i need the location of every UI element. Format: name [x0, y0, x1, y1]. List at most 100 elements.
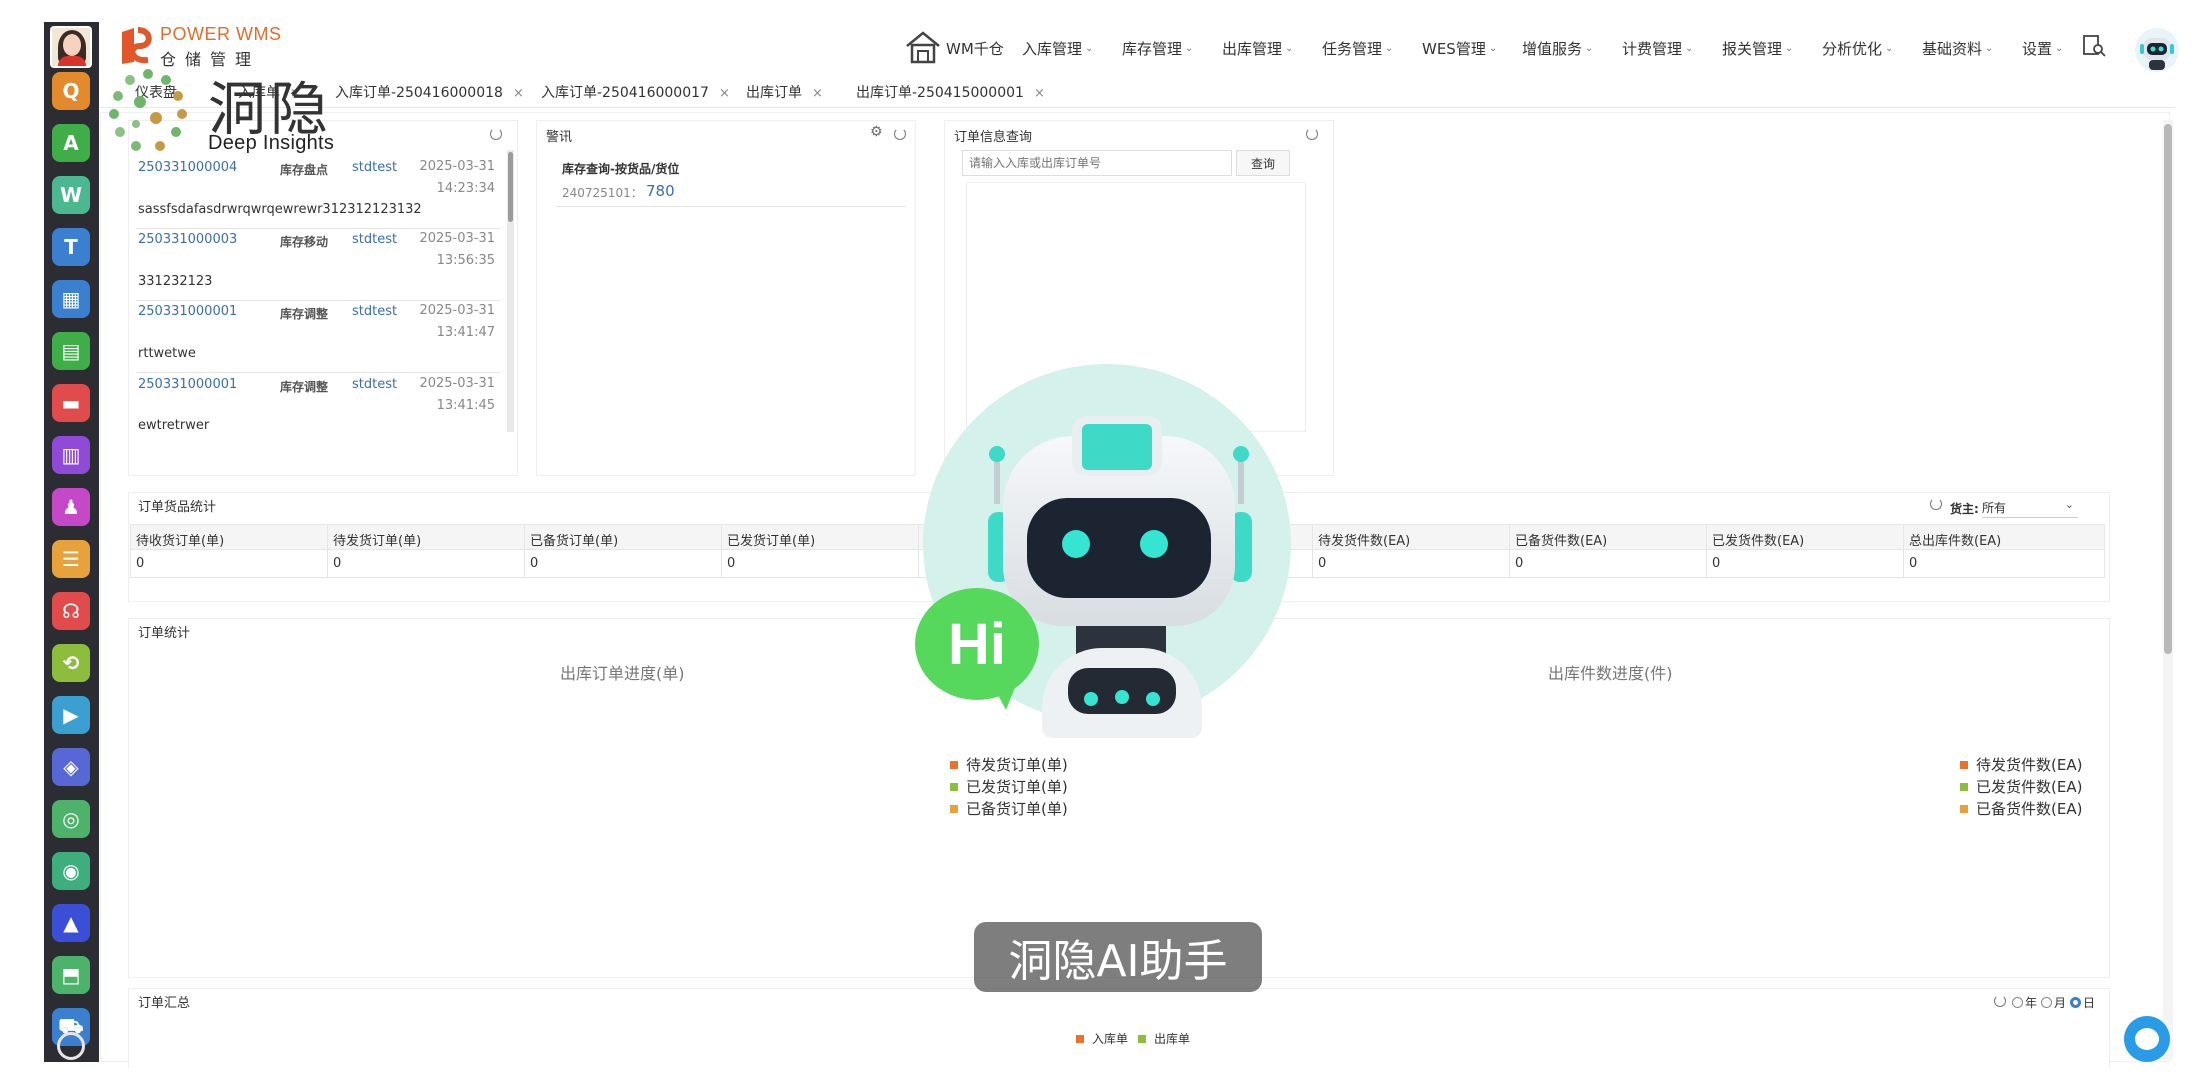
nav-value-added[interactable]: 增值服务 ⌄ [1522, 36, 1593, 60]
message-id-link[interactable]: 250331000003 [138, 232, 237, 247]
nav-tasks[interactable]: 任务管理 ⌄ [1322, 36, 1393, 60]
left-app-rail: Q A W T ▦ ▤ ▬ ▥ ♟ ☰ ☊ ⟲ ▶ ◈ ◎ ◉ ▲ ⬒ ⛟ [44, 22, 99, 1062]
alert-value[interactable]: 780 [646, 182, 675, 200]
legend-prepared-qty[interactable]: 已备货件数(EA) [1960, 798, 2082, 819]
close-icon[interactable]: × [513, 86, 524, 101]
message-user[interactable]: stdtest [352, 232, 397, 247]
message-scrollbar-thumb[interactable] [508, 152, 513, 222]
close-icon[interactable]: × [812, 86, 823, 101]
warehouse-home-icon[interactable] [905, 30, 941, 64]
gear-icon[interactable]: ⚙ [870, 124, 883, 140]
refresh-icon[interactable] [1306, 128, 1318, 140]
settings-circle-icon[interactable]: ◎ [52, 800, 90, 838]
spiral-icon[interactable]: ◉ [52, 852, 90, 890]
owner-select[interactable]: 所有 ⌄ [1982, 496, 2078, 518]
nav-outbound[interactable]: 出库管理 ⌄ [1222, 36, 1293, 60]
assistant-avatar[interactable] [2135, 28, 2179, 72]
tab-outbound-order-01[interactable]: 出库订单-250415000001 × [856, 82, 1045, 102]
period-year-radio[interactable] [2012, 997, 2023, 1008]
message-body: ewtretrwer [138, 418, 210, 433]
period-radio-group: 年 月 日 [2012, 994, 2095, 1011]
refresh-icon[interactable] [490, 128, 502, 140]
message-user[interactable]: stdtest [352, 304, 397, 319]
legend-outbound[interactable]: 出库单 [1138, 1030, 1190, 1047]
play-icon[interactable]: ▶ [52, 696, 90, 734]
ams-app-icon[interactable]: A [52, 124, 90, 162]
nav-master-data[interactable]: 基础资料 ⌄ [1922, 36, 1993, 60]
tab-inbound-order-18[interactable]: 入库订单-250416000018 × [335, 82, 524, 102]
logout-icon[interactable] [57, 1032, 85, 1060]
list-icon[interactable]: ☰ [52, 540, 90, 578]
calendar-icon[interactable]: ▥ [52, 436, 90, 474]
nav-inventory[interactable]: 库存管理 ⌄ [1122, 36, 1193, 60]
chat-support-button[interactable] [2124, 1016, 2170, 1062]
stat-value: 0 [1909, 556, 1918, 571]
message-user[interactable]: stdtest [352, 160, 397, 175]
tab-inbound-order-17[interactable]: 入库订单-250416000017 × [541, 82, 730, 102]
message-icon[interactable]: ▬ [52, 384, 90, 422]
message-id-link[interactable]: 250331000001 [138, 304, 237, 319]
wms-app-icon[interactable]: W [52, 176, 90, 214]
robot-eye-icon [1140, 530, 1168, 558]
refresh-icon[interactable] [1994, 995, 2006, 1007]
period-month-radio[interactable] [2041, 997, 2053, 1008]
close-icon[interactable]: × [1034, 86, 1045, 101]
chevron-down-icon: ⌄ [1585, 42, 1594, 54]
support-headset-icon[interactable]: ☊ [52, 592, 90, 630]
legend-pending-ship-qty[interactable]: 待发货件数(EA) [1960, 754, 2082, 775]
alert-panel-title: 警讯 [546, 130, 573, 145]
order-query-title: 订单信息查询 [954, 130, 1033, 145]
stat-value: 0 [727, 556, 736, 571]
stat-value: 0 [136, 556, 145, 571]
nav-analytics[interactable]: 分析优化 ⌄ [1822, 36, 1893, 60]
tab-outbound-orders[interactable]: 出库订单 × [746, 82, 823, 102]
outbound-order-progress-title: 出库订单进度(单) [560, 664, 685, 683]
nav-settings[interactable]: 设置 ⌄ [2022, 36, 2063, 60]
legend-prepared-orders[interactable]: 已备货订单(单) [950, 798, 1068, 819]
legend-shipped-orders[interactable]: 已发货订单(单) [950, 776, 1068, 797]
period-day-radio[interactable] [2070, 997, 2082, 1008]
deep-insights-logo-icon [109, 69, 187, 151]
sync-icon[interactable]: ⟲ [52, 644, 90, 682]
oms-app-icon[interactable]: Q [52, 72, 90, 110]
cube-icon[interactable]: ◈ [52, 748, 90, 786]
nav-billing[interactable]: 计费管理 ⌄ [1622, 36, 1693, 60]
legend-shipped-qty[interactable]: 已发货件数(EA) [1960, 776, 2082, 797]
alert-code: 240725101： [562, 186, 643, 200]
message-user[interactable]: stdtest [352, 377, 397, 392]
chevron-down-icon: ⌄ [1885, 42, 1894, 54]
message-body: rttwetwe [138, 346, 196, 361]
order-stats-title: 订单统计 [138, 626, 191, 641]
chevron-down-icon: ⌄ [1185, 42, 1194, 54]
message-id-link[interactable]: 250331000004 [138, 160, 237, 175]
stat-value: 0 [333, 556, 342, 571]
stat-value: 0 [1318, 556, 1327, 571]
close-icon[interactable]: × [719, 86, 730, 101]
stat-header-prepared-qty: 已备货件数(EA) [1515, 534, 1608, 549]
order-number-input[interactable] [962, 150, 1232, 176]
chevron-down-icon: ⌄ [2055, 42, 2064, 54]
analytics-icon[interactable]: ▲ [52, 904, 90, 942]
users-icon[interactable]: ♟ [52, 488, 90, 526]
search-document-icon[interactable] [2082, 34, 2106, 58]
stat-header-prepared: 已备货订单(单) [530, 534, 619, 549]
dashboard-grid-icon[interactable]: ▦ [52, 280, 90, 318]
video-caption: 洞隐AI助手 [974, 922, 1262, 992]
legend-inbound[interactable]: 入库单 [1076, 1030, 1128, 1047]
message-type: 库存移动 [280, 235, 329, 249]
query-button[interactable]: 查询 [1236, 150, 1290, 176]
refresh-icon[interactable] [894, 128, 906, 140]
nav-wes[interactable]: WES管理 ⌄ [1422, 36, 1497, 60]
refresh-icon[interactable] [1930, 498, 1942, 510]
nav-inbound[interactable]: 入库管理 ⌄ [1022, 36, 1093, 60]
page-scrollbar-thumb[interactable] [2164, 124, 2172, 654]
message-id-link[interactable]: 250331000001 [138, 377, 237, 392]
chevron-down-icon: ⌄ [1985, 42, 1994, 54]
legend-pending-ship-orders[interactable]: 待发货订单(单) [950, 754, 1068, 775]
tms-app-icon[interactable]: T [52, 228, 90, 266]
document-search-icon[interactable]: ▤ [52, 332, 90, 370]
stamp-icon[interactable]: ⬒ [52, 956, 90, 994]
nav-home[interactable]: WM千仓 [946, 36, 1004, 60]
user-avatar[interactable] [50, 26, 92, 68]
nav-customs[interactable]: 报关管理 ⌄ [1722, 36, 1793, 60]
